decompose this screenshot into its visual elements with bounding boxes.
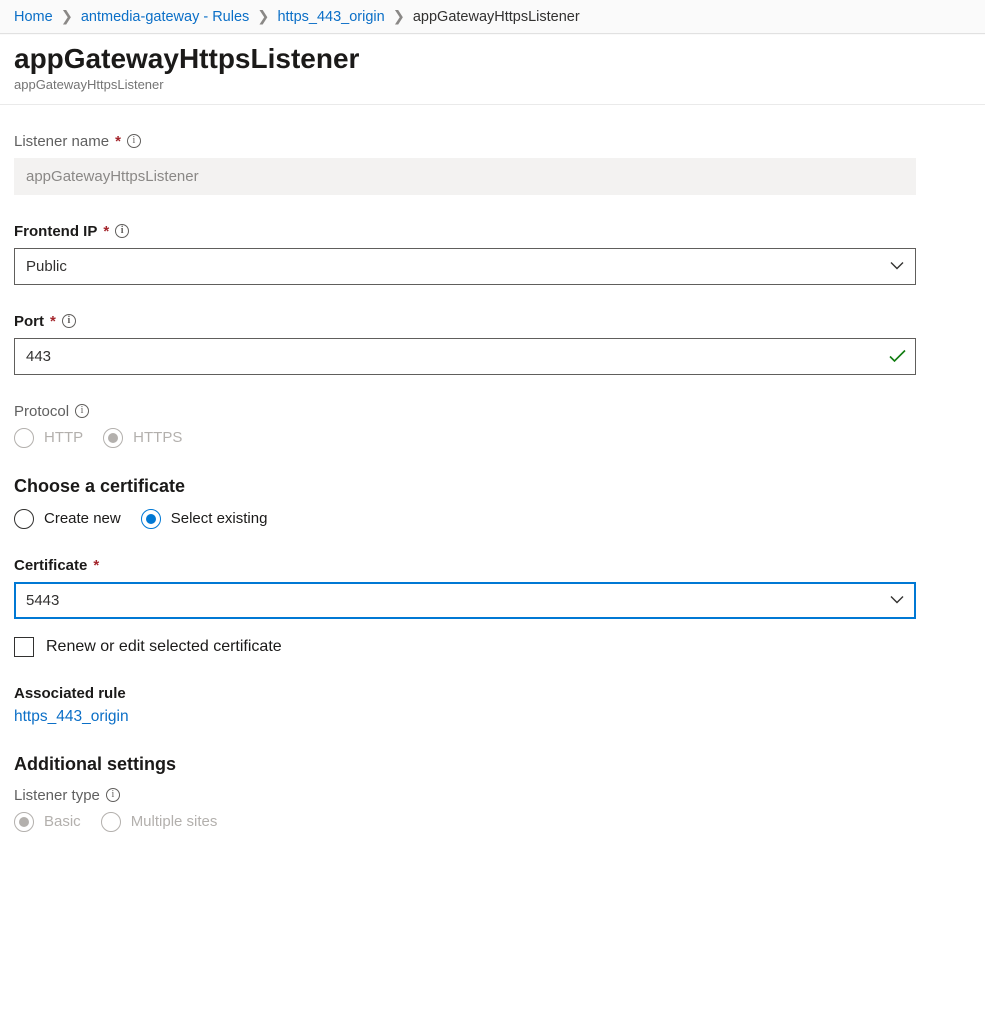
label-listener-type: Listener type i	[14, 787, 916, 804]
cert-select-existing-radio[interactable]: Select existing	[141, 509, 268, 529]
field-listener-name: Listener name * i	[14, 133, 916, 195]
chevron-right-icon: ❯	[393, 9, 405, 25]
required-asterisk: *	[115, 133, 121, 150]
port-input[interactable]	[14, 338, 916, 375]
label-frontend-ip: Frontend IP * i	[14, 223, 916, 240]
frontend-ip-value[interactable]	[14, 248, 916, 285]
info-icon[interactable]: i	[106, 788, 120, 802]
info-icon[interactable]: i	[115, 224, 129, 238]
label-port: Port * i	[14, 313, 916, 330]
field-frontend-ip: Frontend IP * i	[14, 223, 916, 285]
chevron-right-icon: ❯	[61, 9, 73, 25]
page-title: appGatewayHttpsListener	[14, 44, 971, 75]
certificate-select[interactable]	[14, 582, 916, 619]
frontend-ip-select[interactable]	[14, 248, 916, 285]
page-header: appGatewayHttpsListener appGatewayHttpsL…	[0, 34, 985, 105]
breadcrumb-link-gateway-rules[interactable]: antmedia-gateway - Rules	[81, 9, 249, 25]
protocol-https-radio: HTTPS	[103, 428, 182, 448]
listener-name-input	[14, 158, 916, 195]
label-certificate: Certificate *	[14, 557, 916, 574]
field-protocol: Protocol i HTTP HTTPS	[14, 403, 916, 448]
required-asterisk: *	[50, 313, 56, 330]
associated-rule-link[interactable]: https_443_origin	[14, 708, 129, 725]
required-asterisk: *	[93, 557, 99, 574]
field-associated-rule: Associated rule https_443_origin	[14, 685, 916, 726]
check-icon	[889, 350, 906, 363]
field-choose-cert: Choose a certificate Create new Select e…	[14, 476, 916, 529]
field-listener-type: Listener type i Basic Multiple sites	[14, 787, 916, 832]
renew-cert-label: Renew or edit selected certificate	[46, 638, 282, 656]
chevron-right-icon: ❯	[257, 9, 269, 25]
choose-cert-heading: Choose a certificate	[14, 476, 916, 497]
listener-type-multi-radio: Multiple sites	[101, 812, 218, 832]
additional-settings-heading: Additional settings	[14, 754, 916, 775]
required-asterisk: *	[103, 223, 109, 240]
breadcrumb-link-rule[interactable]: https_443_origin	[277, 9, 384, 25]
info-icon[interactable]: i	[127, 134, 141, 148]
label-protocol: Protocol i	[14, 403, 916, 420]
renew-cert-checkbox[interactable]	[14, 637, 34, 657]
page-subtitle: appGatewayHttpsListener	[14, 77, 971, 92]
info-icon[interactable]: i	[62, 314, 76, 328]
certificate-value[interactable]	[14, 582, 916, 619]
protocol-http-radio: HTTP	[14, 428, 83, 448]
renew-cert-checkbox-row[interactable]: Renew or edit selected certificate	[14, 637, 916, 657]
listener-type-basic-radio: Basic	[14, 812, 81, 832]
label-associated-rule: Associated rule	[14, 685, 916, 702]
breadcrumb-current: appGatewayHttpsListener	[413, 9, 580, 25]
field-port: Port * i	[14, 313, 916, 375]
breadcrumb: Home ❯ antmedia-gateway - Rules ❯ https_…	[0, 0, 985, 34]
breadcrumb-link-home[interactable]: Home	[14, 9, 53, 25]
field-certificate: Certificate * Renew or edit selected cer…	[14, 557, 916, 657]
cert-create-new-radio[interactable]: Create new	[14, 509, 121, 529]
info-icon[interactable]: i	[75, 404, 89, 418]
label-listener-name: Listener name * i	[14, 133, 916, 150]
